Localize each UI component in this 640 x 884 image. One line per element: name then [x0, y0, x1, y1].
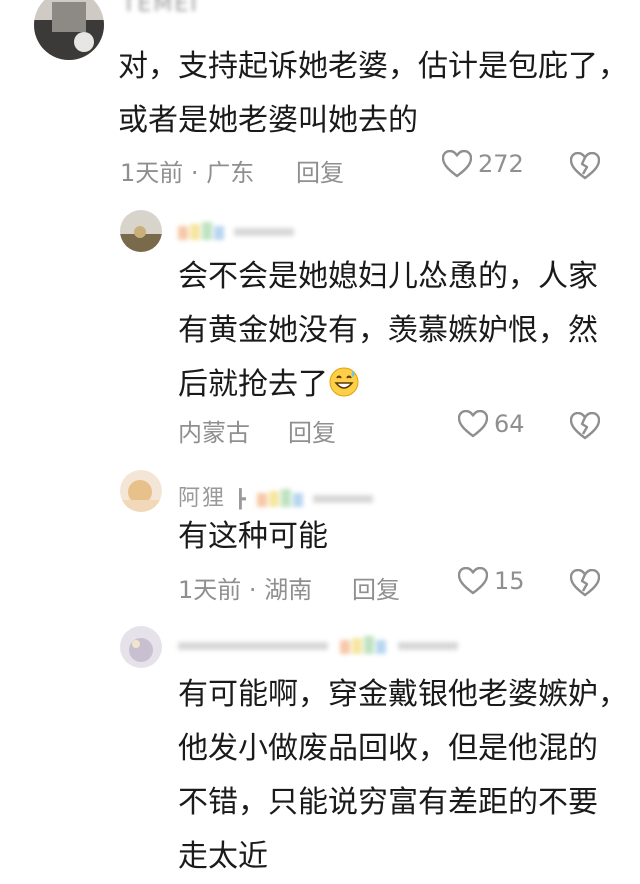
- rainbow-badge-icon: [256, 489, 373, 507]
- comment-1: TEMEI 对，支持起诉她老婆，估计是包庇了， 或者是她老婆叫她去的 1天前 ·…: [0, 0, 640, 200]
- comment-text: 对，支持起诉她老婆，估计是包庇了， 或者是她老婆叫她去的: [118, 40, 628, 148]
- comment-line: 有可能啊，穿金戴银他老婆嫉妒，: [178, 677, 628, 712]
- comment-line: 他发小做废品回收，但是他混的: [178, 731, 598, 766]
- comment-line-text: 后就抢去了: [178, 367, 328, 402]
- like-button[interactable]: 272: [442, 150, 524, 178]
- comment-location: 湖南: [264, 576, 313, 604]
- like-button[interactable]: 64: [458, 410, 525, 438]
- comment-line: 走太近: [178, 839, 268, 874]
- avatar-image: [120, 470, 162, 512]
- comment-line: 后就抢去了: [178, 358, 598, 412]
- broken-heart-icon: [570, 569, 600, 597]
- grin-sweat-emoji-icon: [329, 367, 359, 397]
- comment-text: 会不会是她媳妇儿怂恿的，人家 有黄金她没有，羡慕嫉妒恨，然 后就抢去了: [178, 250, 598, 412]
- comment-4: 有可能啊，穿金戴银他老婆嫉妒， 他发小做废品回收，但是他混的 不错，只能说穷富有…: [0, 612, 640, 874]
- comment-line: 不错，只能说穷富有差距的不要: [178, 785, 598, 820]
- heart-icon: [442, 150, 472, 178]
- comment-text: 有这种可能: [178, 510, 328, 564]
- rainbow-badge-icon: [178, 222, 294, 240]
- comment-text: 有可能啊，穿金戴银他老婆嫉妒， 他发小做废品回收，但是他混的 不错，只能说穷富有…: [178, 668, 628, 884]
- avatar[interactable]: [120, 626, 162, 668]
- username[interactable]: [178, 220, 298, 242]
- like-button[interactable]: 15: [458, 567, 525, 595]
- like-count: 64: [494, 410, 525, 438]
- reply-button[interactable]: 回复: [288, 413, 336, 448]
- avatar[interactable]: [34, 0, 104, 60]
- reply-button[interactable]: 回复: [352, 570, 400, 605]
- comment-location: 内蒙古: [178, 419, 250, 447]
- comment-time: 1天前: [178, 576, 242, 604]
- rainbow-badge-icon: [178, 636, 458, 654]
- username-suffix: ┣: [235, 489, 248, 510]
- username[interactable]: [178, 634, 468, 656]
- meta-separator: ·: [248, 576, 257, 604]
- broken-heart-icon: [570, 152, 600, 180]
- dislike-button[interactable]: [570, 569, 600, 597]
- heart-icon: [458, 567, 488, 595]
- avatar[interactable]: [120, 470, 162, 512]
- comment-meta: 1天前 · 湖南: [178, 570, 312, 605]
- comment-location: 广东: [206, 159, 255, 187]
- avatar-image: [34, 0, 104, 60]
- comment-meta: 1天前 · 广东: [120, 153, 254, 188]
- avatar[interactable]: [120, 210, 162, 252]
- username[interactable]: 阿狸 ┣: [178, 480, 377, 512]
- username-text: 阿狸: [178, 486, 227, 511]
- meta-separator: ·: [190, 159, 199, 187]
- reply-button[interactable]: 回复: [296, 153, 344, 188]
- comment-line: 有这种可能: [178, 519, 328, 554]
- comment-meta: 内蒙古: [178, 413, 250, 448]
- comment-line: 有黄金她没有，羡慕嫉妒恨，然: [178, 313, 598, 348]
- like-count: 15: [494, 567, 525, 595]
- avatar-image: [120, 626, 162, 668]
- avatar-image: [120, 210, 162, 252]
- like-count: 272: [478, 150, 524, 178]
- username[interactable]: TEMEI: [122, 0, 199, 17]
- dislike-button[interactable]: [570, 412, 600, 440]
- broken-heart-icon: [570, 412, 600, 440]
- comment-time: 1天前: [120, 159, 184, 187]
- heart-icon: [458, 410, 488, 438]
- comment-2: 会不会是她媳妇儿怂恿的，人家 有黄金她没有，羡慕嫉妒恨，然 后就抢去了 内蒙古 …: [0, 200, 640, 462]
- comment-line: 对，支持起诉她老婆，估计是包庇了，: [118, 49, 628, 84]
- dislike-button[interactable]: [570, 152, 600, 180]
- comment-3: 阿狸 ┣ 有这种可能 1天前 · 湖南 回复 15: [0, 462, 640, 612]
- comment-line: 会不会是她媳妇儿怂恿的，人家: [178, 259, 598, 294]
- comment-line: 或者是她老婆叫她去的: [118, 103, 418, 138]
